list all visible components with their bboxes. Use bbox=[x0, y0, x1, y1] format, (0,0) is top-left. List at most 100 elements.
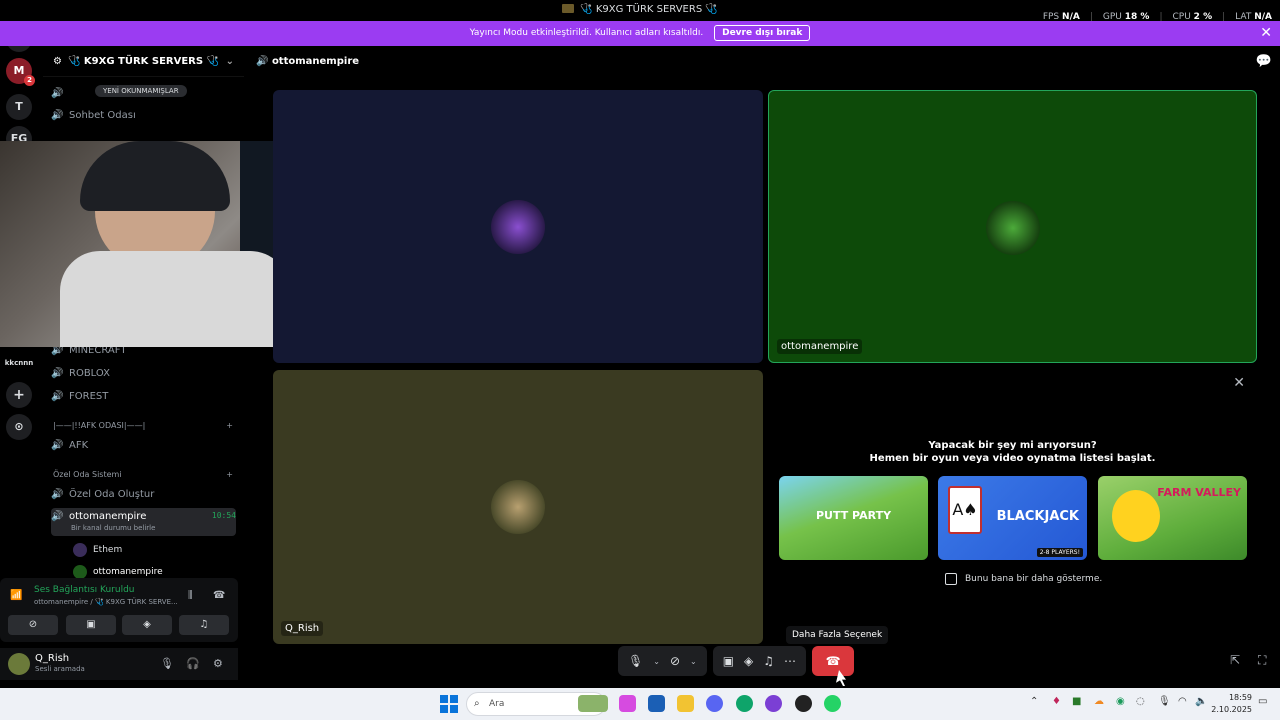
disconnect-icon[interactable]: ☎ bbox=[213, 590, 225, 601]
file-explorer-icon[interactable] bbox=[677, 695, 694, 712]
tray-chevron-up-icon[interactable]: ⌃ bbox=[1030, 696, 1038, 707]
channel-ozel-oda-olustur[interactable]: 🔊 Özel Oda Oluştur bbox=[51, 484, 236, 504]
activity-suggestion-panel: ✕ Yapacak bir şey mi arıyorsun? Hemen bi… bbox=[768, 370, 1257, 644]
activity-prompt: Yapacak bir şey mi arıyorsun? bbox=[928, 440, 1097, 451]
disable-streamer-mode-button[interactable]: Devre dışı bırak bbox=[714, 25, 811, 41]
tray-microphone-icon[interactable]: 🎙 bbox=[1158, 696, 1171, 707]
headphones-icon[interactable]: 🎧 bbox=[186, 657, 200, 670]
tray-nvidia-icon[interactable]: ■ bbox=[1072, 696, 1081, 707]
store-icon[interactable] bbox=[648, 695, 665, 712]
channel-label: FOREST bbox=[69, 390, 109, 402]
volume-icon[interactable]: 🔈 bbox=[1195, 696, 1207, 707]
server-settings-icon: ⚙ bbox=[53, 55, 62, 67]
activity-card-farm-valley[interactable]: FARM VALLEY bbox=[1098, 476, 1247, 560]
edge-icon[interactable] bbox=[736, 695, 753, 712]
activity-title: PUTT PARTY bbox=[815, 509, 892, 522]
voice-connection-panel: 📶 Ses Bağlantısı Kuruldu ottomanempire /… bbox=[0, 578, 238, 642]
category-afk[interactable]: |——|!!AFK ODASI|——| + bbox=[53, 421, 233, 430]
activity-card-putt-party[interactable]: PUTT PARTY bbox=[779, 476, 928, 560]
explore-icon[interactable]: ⊙ bbox=[6, 414, 32, 440]
tray-app-icon[interactable]: ◌ bbox=[1136, 696, 1145, 707]
discord-icon[interactable] bbox=[706, 695, 723, 712]
add-channel-icon[interactable]: + bbox=[226, 421, 233, 430]
channel-afk[interactable]: 🔊 AFK bbox=[51, 435, 236, 455]
server-icon-t[interactable]: T bbox=[6, 94, 32, 120]
participant-tile-q-rish[interactable]: Q_Rish bbox=[273, 370, 763, 644]
tray-app-icon[interactable]: ◉ bbox=[1116, 696, 1125, 707]
player-count-badge: 2-8 PLAYERS! bbox=[1036, 548, 1083, 557]
chevron-down-icon[interactable]: ⌄ bbox=[690, 657, 697, 666]
notification-badge: 2 bbox=[24, 75, 35, 86]
add-channel-icon[interactable]: + bbox=[226, 470, 233, 479]
wifi-icon[interactable]: ◠ bbox=[1178, 696, 1187, 707]
popout-icon[interactable]: ⇱ bbox=[1230, 653, 1240, 667]
server-header[interactable]: ⚙ 🩺 K9XG TÜRK SERVERS 🩺 ⌄ bbox=[43, 46, 244, 77]
activity-icon[interactable]: ◈ bbox=[122, 615, 172, 635]
soundboard-icon[interactable]: ♫ bbox=[763, 654, 774, 668]
tray-cloud-icon[interactable]: ☁ bbox=[1094, 696, 1104, 707]
clock-time: 18:59 bbox=[1228, 693, 1252, 702]
soundboard-icon[interactable]: ♫ bbox=[179, 615, 229, 635]
channel-forest[interactable]: 🔊 FOREST bbox=[51, 386, 236, 406]
user-status: Sesli aramada bbox=[35, 665, 85, 673]
speaker-icon: 🔊 bbox=[51, 368, 64, 379]
server-name: 🩺 K9XG TÜRK SERVERS 🩺 bbox=[67, 55, 220, 67]
app-icon[interactable] bbox=[795, 695, 812, 712]
checkbox[interactable] bbox=[945, 573, 957, 585]
voice-channel-path[interactable]: ottomanempire / 🩺 K9XG TÜRK SERVE... bbox=[34, 598, 178, 606]
server-icon-m[interactable]: M2 bbox=[6, 58, 35, 86]
signal-icon[interactable]: 📶 bbox=[10, 590, 22, 601]
microphone-icon[interactable]: 🎙 bbox=[160, 657, 174, 670]
camera-off-icon[interactable]: ⊘ bbox=[670, 654, 680, 668]
username[interactable]: Q_Rish bbox=[35, 653, 69, 664]
channel-status-hint[interactable]: Bir kanal durumu belirle bbox=[71, 524, 155, 532]
game-overlay-icon bbox=[562, 4, 575, 13]
copilot-icon[interactable] bbox=[619, 695, 636, 712]
fullscreen-icon[interactable]: ⛶ bbox=[1258, 653, 1266, 668]
speaker-icon: 🔊 bbox=[51, 440, 64, 451]
server-icon-kkcnnn[interactable]: kkcnnn bbox=[2, 350, 36, 376]
channel-label: ottomanempire bbox=[69, 511, 147, 522]
windows-taskbar: ⌕ Ara ⌃ ♦ ■ ☁ ◉ ◌ 🎙 ◠ 🔈 18:59 2.10.2025 … bbox=[0, 688, 1280, 720]
leave-call-button[interactable]: ☎ bbox=[812, 646, 855, 676]
notification-icon[interactable]: ▭ bbox=[1258, 696, 1267, 707]
avatar[interactable] bbox=[8, 653, 30, 675]
microphone-icon[interactable]: 🎙 bbox=[628, 654, 643, 668]
channel-ottomanempire-active[interactable]: 🔊 ottomanempire 10:54 Bir kanal durumu b… bbox=[51, 508, 236, 536]
close-icon[interactable]: ✕ bbox=[1260, 21, 1272, 46]
screen-share-icon[interactable]: ▣ bbox=[723, 654, 734, 668]
voice-member[interactable]: ottomanempire bbox=[73, 565, 163, 579]
dont-show-again-checkbox[interactable]: Bunu bana bir daha gösterme. bbox=[945, 573, 1102, 585]
whatsapp-icon[interactable] bbox=[824, 695, 841, 712]
voice-channel-header: 🔊 ottomanempire 💬 bbox=[250, 46, 1280, 78]
channel-sohbet-odasi[interactable]: 🔊 Sohbet Odası bbox=[51, 105, 236, 125]
activity-icon[interactable]: ◈ bbox=[744, 654, 753, 668]
screen-share-icon[interactable]: ▣ bbox=[66, 615, 116, 635]
tray-app-icon[interactable]: ♦ bbox=[1052, 696, 1061, 707]
avatar bbox=[491, 200, 545, 254]
participant-tile-ottomanempire[interactable]: ottomanempire bbox=[768, 90, 1257, 363]
activity-card-blackjack[interactable]: A♠ BLACKJACK 2-8 PLAYERS! bbox=[938, 476, 1087, 560]
streamer-mode-banner: Yayıncı Modu etkinleştirildi. Kullanıcı … bbox=[0, 21, 1280, 46]
add-server-icon[interactable]: + bbox=[6, 382, 32, 408]
system-clock[interactable]: 18:59 2.10.2025 bbox=[1211, 692, 1252, 716]
participant-name: ottomanempire bbox=[777, 339, 863, 354]
camera-off-icon[interactable]: ⊘ bbox=[8, 615, 58, 635]
voice-status: Ses Bağlantısı Kuruldu bbox=[34, 585, 135, 595]
channel-roblox[interactable]: 🔊 ROBLOX bbox=[51, 363, 236, 383]
chat-icon[interactable]: 💬 bbox=[1256, 54, 1272, 69]
app-icon[interactable] bbox=[765, 695, 782, 712]
activity-subprompt: Hemen bir oyun veya video oynatma listes… bbox=[869, 453, 1156, 464]
close-icon[interactable]: ✕ bbox=[1233, 375, 1245, 391]
category-ozel-oda[interactable]: Özel Oda Sistemi + bbox=[53, 470, 233, 479]
speaker-icon: 🔊 bbox=[51, 391, 64, 402]
noise-suppression-icon[interactable]: ⫼ bbox=[188, 590, 193, 601]
gear-icon[interactable]: ⚙ bbox=[213, 657, 223, 670]
chevron-down-icon[interactable]: ⌄ bbox=[653, 657, 660, 666]
more-options-icon[interactable]: ⋯ bbox=[784, 654, 796, 668]
windows-start-icon[interactable] bbox=[440, 695, 458, 713]
participant-tile-1[interactable] bbox=[273, 90, 763, 363]
widget-icon[interactable] bbox=[578, 695, 608, 712]
voice-member[interactable]: Ethem bbox=[73, 543, 122, 557]
unread-messages-pill[interactable]: YENİ OKUNMAMIŞLAR bbox=[95, 85, 187, 97]
